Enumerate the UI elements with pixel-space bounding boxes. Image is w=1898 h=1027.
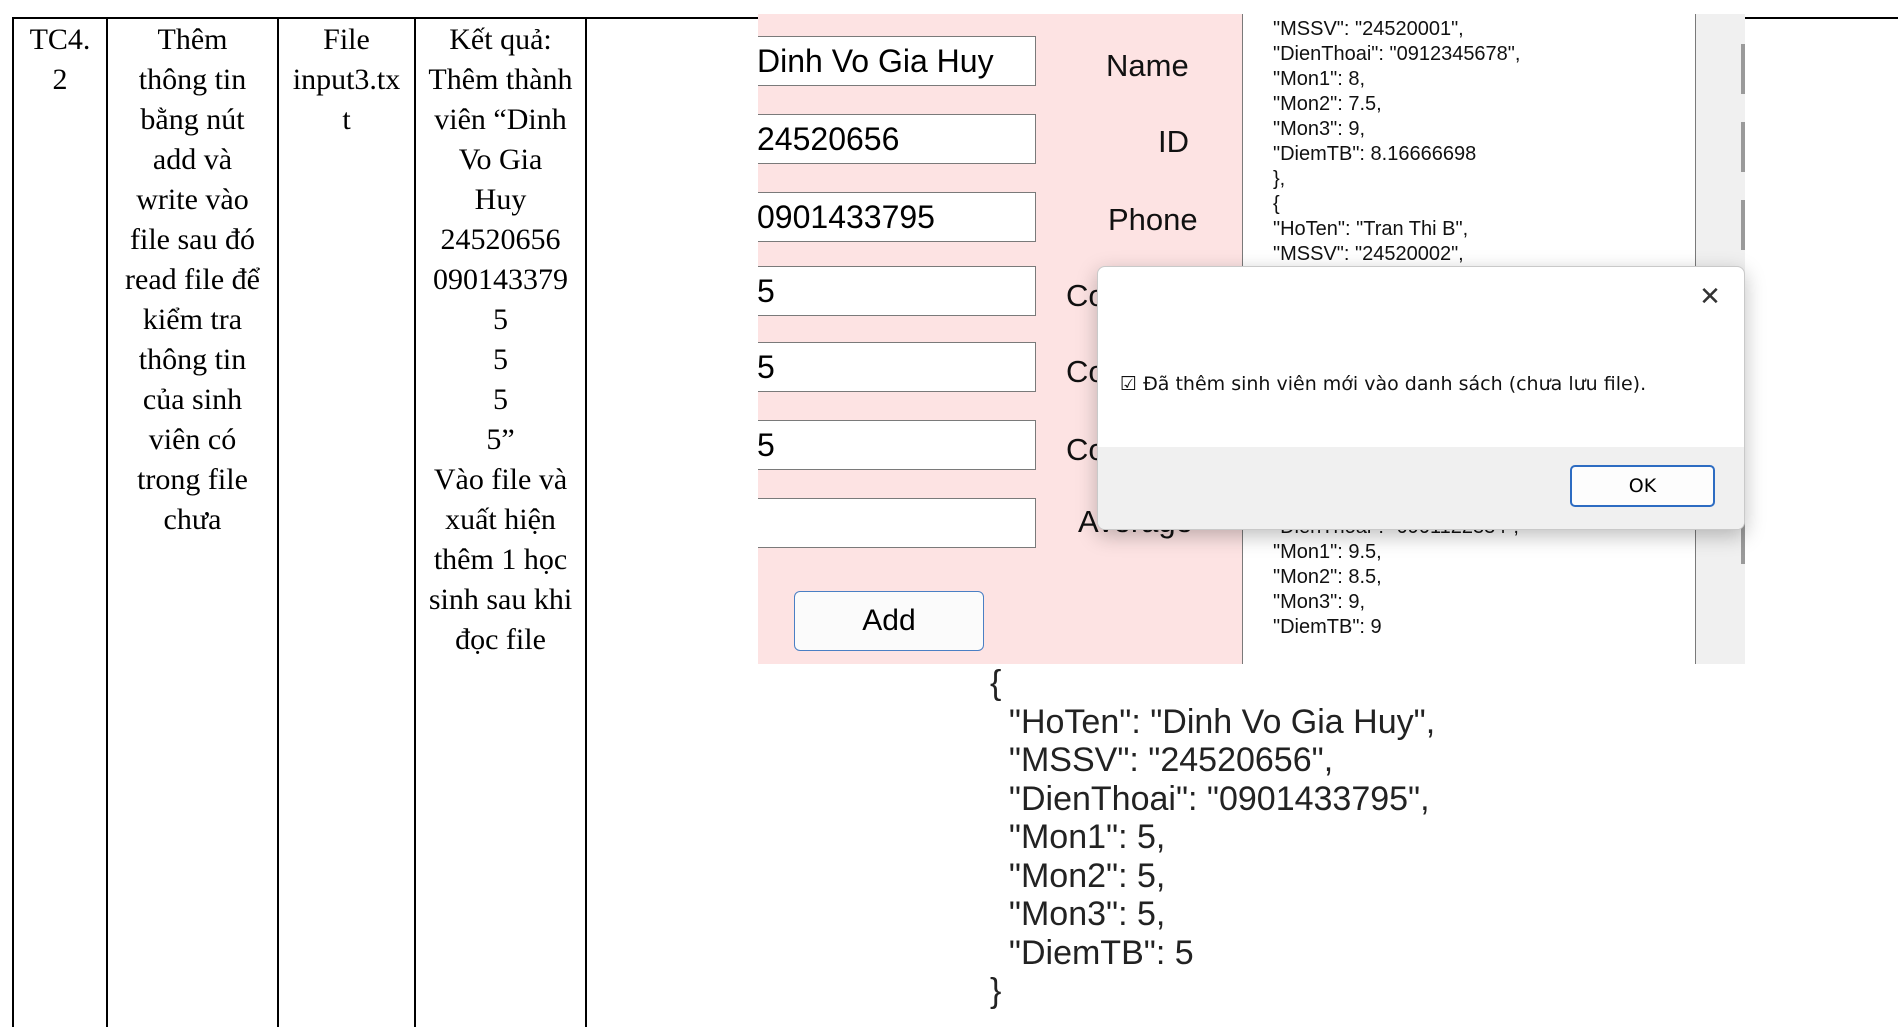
cell-text-line: trong file: [137, 463, 248, 496]
cell-text-line: viên có: [148, 423, 237, 456]
json-line: }: [990, 972, 1002, 1010]
cell-text-line: 2: [52, 63, 68, 96]
json-line: "Mon3": 5,: [990, 895, 1166, 933]
table-col-border: [277, 18, 279, 1027]
id-label: ID: [1158, 124, 1189, 159]
testcase-id-cell: TC4. 2: [14, 20, 106, 100]
cell-text-line: thông tin: [138, 343, 247, 376]
cell-text-line: bằng nút: [140, 103, 245, 136]
cell-text-line: 5: [493, 343, 508, 376]
cell-text-line: sinh sau khi: [428, 583, 573, 616]
score1-textbox-value: 5: [758, 273, 775, 309]
cell-text-line: 5: [493, 303, 508, 336]
cell-text-line: xuất hiện: [445, 503, 556, 536]
json-line: {: [990, 664, 1002, 702]
close-icon[interactable]: ✕: [1694, 281, 1726, 313]
cell-text-line: của sinh: [142, 383, 243, 416]
cell-text-line: Kết quả:: [449, 23, 552, 56]
cell-text-line: Huy: [474, 183, 527, 216]
cell-text-line: 090143379: [433, 263, 568, 296]
average-textbox[interactable]: [758, 498, 1036, 548]
cell-text-line: đọc file: [455, 623, 546, 656]
cell-text-line: input3.tx: [292, 63, 401, 96]
phone-textbox[interactable]: 0901433795: [758, 192, 1036, 242]
name-textbox-value: Dinh Vo Gia Huy: [758, 43, 994, 79]
json-line: "Mon2": 5,: [990, 856, 1166, 895]
listbox-line: "Mon1": 9.5,: [1273, 541, 1382, 563]
message-dialog: ✕ ☑ Đã thêm sinh viên mới vào danh sách …: [1097, 266, 1745, 530]
listbox-line: "MSSV": "24520001",: [1273, 18, 1464, 40]
json-line: "DiemTB": 5: [990, 933, 1194, 972]
phone-textbox-value: 0901433795: [758, 199, 935, 235]
testcase-description-cell: Thêm thông tin bằng nút add và write vào file…: [108, 20, 277, 540]
scrollbar-segment: [1741, 122, 1745, 172]
listbox-line: "Mon2": 8.5,: [1273, 566, 1382, 588]
cell-text-line: Vo Gia: [458, 143, 543, 176]
phone-label: Phone: [1108, 202, 1198, 237]
cell-text-line: read file để: [125, 263, 260, 296]
dialog-message: ☑ Đã thêm sinh viên mới vào danh sách (c…: [1120, 373, 1647, 395]
ok-button[interactable]: OK: [1570, 465, 1715, 507]
listbox-line: "HoTen": "Tran Thi B",: [1273, 218, 1469, 240]
json-file-output: { "HoTen": "Dinh Vo Gia Huy", "MSSV": "2…: [990, 664, 1435, 1011]
scrollbar-segment: [1741, 200, 1745, 250]
listbox-line: "Mon3": 9,: [1273, 118, 1366, 140]
cell-text-line: write vào: [136, 183, 249, 216]
listbox-line: {: [1273, 193, 1280, 215]
listbox-line: "MSSV": "24520002",: [1273, 243, 1464, 265]
score3-textbox[interactable]: 5: [758, 420, 1036, 470]
json-line: "Mon1": 5,: [990, 818, 1166, 856]
json-line: "DienThoai": "0901433795",: [990, 779, 1430, 818]
listbox-top-lines: "MSSV": "24520001", "DienThoai": "0912345…: [1263, 17, 1520, 267]
table-col-border: [585, 18, 587, 1027]
score1-textbox[interactable]: 5: [758, 266, 1036, 316]
cell-text-line: 5”: [486, 423, 515, 456]
listbox-line: "DiemTB": 8.16666698: [1273, 143, 1477, 165]
testcase-input-cell: File input3.tx t: [279, 20, 414, 140]
cell-text-line: Vào file và: [433, 463, 568, 496]
score3-textbox-value: 5: [758, 427, 775, 463]
cell-text-line: TC4.: [29, 23, 91, 56]
cell-text-line: 5: [493, 383, 508, 416]
testcase-result-cell: Kết quả: Thêm thành viên “Dinh Vo Gia Huy 245…: [416, 20, 585, 660]
listbox-bottom-lines: "DienThoai": "0901122334","Mon1": 9.5,"M…: [1263, 515, 1519, 640]
id-textbox[interactable]: 24520656: [758, 114, 1036, 164]
score2-textbox[interactable]: 5: [758, 342, 1036, 392]
cell-text-line: add và: [152, 143, 233, 176]
cell-text-line: t: [342, 103, 351, 136]
listbox-line: "DienThoai": "0912345678",: [1273, 43, 1521, 65]
table-col-border: [12, 18, 14, 1027]
name-textbox[interactable]: Dinh Vo Gia Huy: [758, 36, 1036, 86]
cell-text-line: 24520656: [440, 223, 561, 256]
score2-textbox-value: 5: [758, 349, 775, 385]
cell-text-line: Thêm: [157, 23, 228, 56]
json-line: "HoTen": "Dinh Vo Gia Huy",: [990, 702, 1436, 741]
cell-text-line: chưa: [163, 503, 222, 536]
listbox-line: },: [1273, 168, 1286, 190]
listbox-line: "Mon2": 7.5,: [1273, 93, 1382, 115]
scrollbar-segment: [1741, 44, 1745, 94]
cell-text-line: thêm 1 học: [433, 543, 568, 576]
listbox-line: "DiemTB": 9: [1273, 616, 1382, 638]
listbox-line: "Mon3": 9,: [1273, 591, 1366, 613]
listbox-line: "Mon1": 8,: [1273, 68, 1366, 90]
cell-text-line: file sau đó: [130, 223, 255, 256]
id-textbox-value: 24520656: [758, 121, 900, 157]
cell-text-line: thông tin: [138, 63, 247, 96]
add-button[interactable]: Add: [794, 591, 984, 651]
cell-text-line: viên “Dinh: [434, 103, 567, 136]
cell-text-line: kiểm tra: [142, 303, 243, 336]
json-line: "MSSV": "24520656",: [990, 741, 1334, 779]
cell-text-line: Thêm thành: [428, 63, 573, 96]
cell-text-line: File: [323, 23, 370, 56]
name-label: Name: [1106, 48, 1189, 83]
